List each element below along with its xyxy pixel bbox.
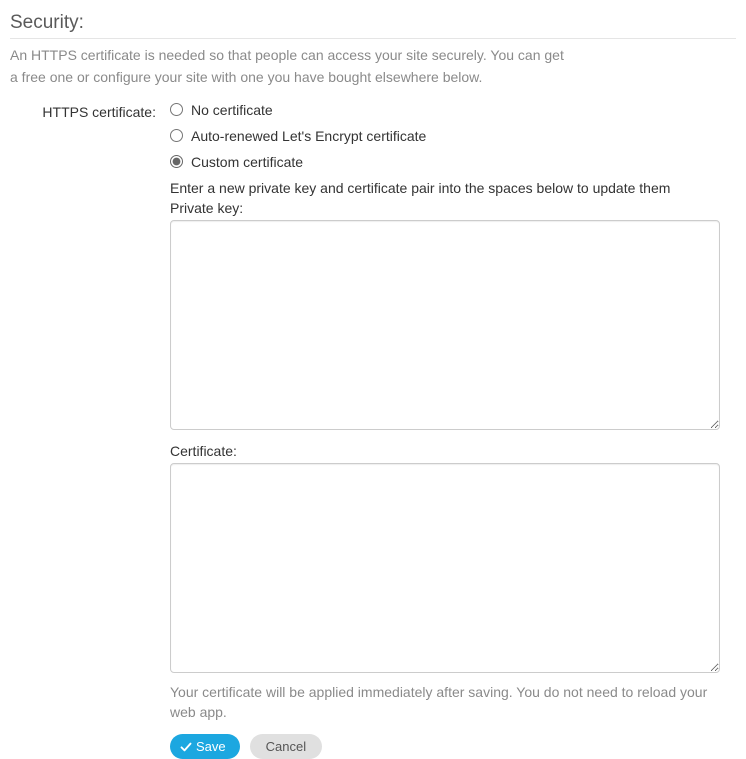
save-button-label: Save	[196, 740, 226, 753]
section-description-line1: An HTTPS certificate is needed so that p…	[10, 45, 736, 65]
radio-input-custom-certificate[interactable]	[170, 155, 183, 168]
private-key-label: Private key:	[170, 200, 720, 216]
radio-input-no-certificate[interactable]	[170, 103, 183, 116]
section-title-security: Security:	[10, 12, 736, 34]
radio-option-no-certificate[interactable]: No certificate	[170, 102, 720, 118]
radio-label-custom-certificate: Custom certificate	[191, 154, 303, 170]
cancel-button[interactable]: Cancel	[250, 734, 322, 759]
certificate-textarea[interactable]	[170, 463, 720, 673]
section-description-line2: a free one or configure your site with o…	[10, 67, 736, 87]
radio-input-letsencrypt[interactable]	[170, 129, 183, 142]
custom-cert-instruction: Enter a new private key and certificate …	[170, 180, 720, 196]
certificate-label: Certificate:	[170, 443, 720, 459]
radio-label-letsencrypt: Auto-renewed Let's Encrypt certificate	[191, 128, 426, 144]
certificate-help-text: Your certificate will be applied immedia…	[170, 682, 720, 723]
cancel-button-label: Cancel	[266, 740, 306, 753]
save-button[interactable]: Save	[170, 734, 240, 759]
check-icon	[180, 741, 192, 753]
radio-option-custom-certificate[interactable]: Custom certificate	[170, 154, 720, 170]
radio-option-letsencrypt[interactable]: Auto-renewed Let's Encrypt certificate	[170, 128, 720, 144]
radio-label-no-certificate: No certificate	[191, 102, 273, 118]
private-key-textarea[interactable]	[170, 220, 720, 430]
https-certificate-label: HTTPS certificate:	[10, 102, 170, 120]
divider	[10, 38, 736, 39]
